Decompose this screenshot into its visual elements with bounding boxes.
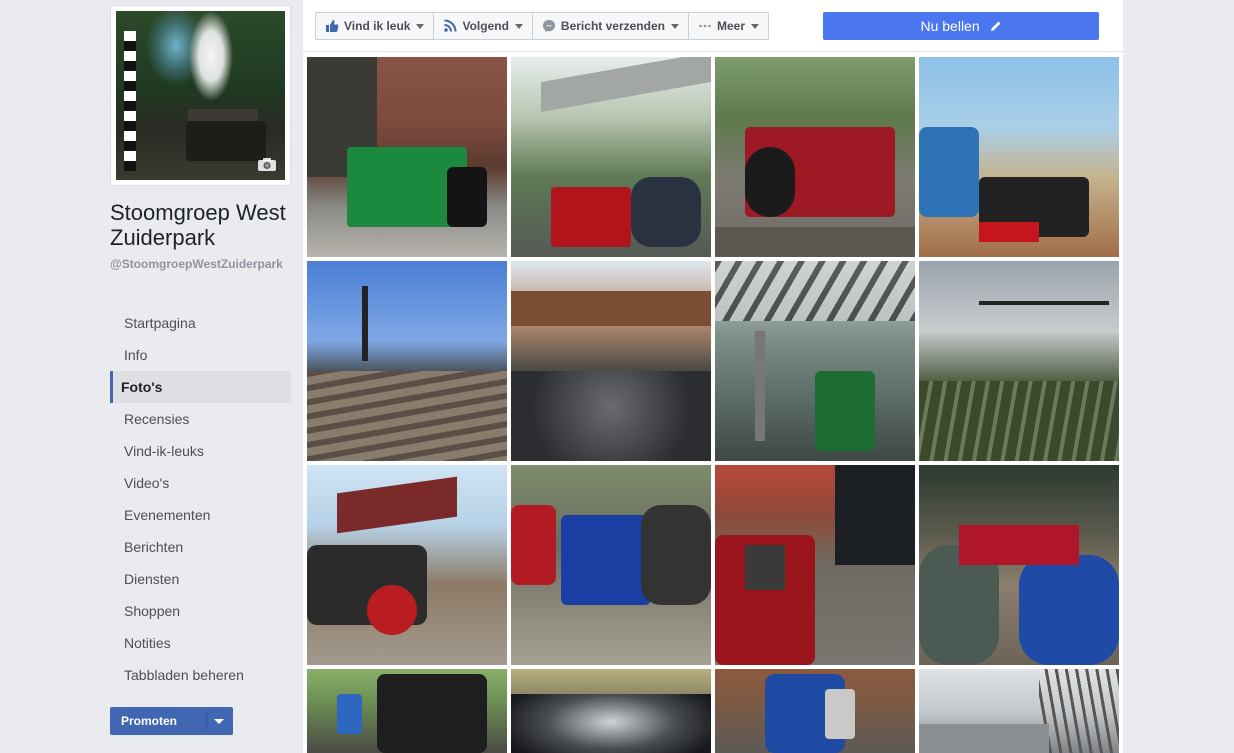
photo-thumbnail[interactable] xyxy=(307,261,507,461)
nav-item-evenementen[interactable]: Evenementen xyxy=(110,499,291,531)
camera-icon[interactable] xyxy=(257,157,277,172)
nav-item-shoppen[interactable]: Shoppen xyxy=(110,595,291,627)
send-message-button[interactable]: Bericht verzenden xyxy=(533,13,689,39)
nav-item-notities[interactable]: Notities xyxy=(110,627,291,659)
follow-button[interactable]: Volgend xyxy=(434,13,533,39)
action-button-group: Vind ik leuk Volgend Bericht verzenden M… xyxy=(315,12,769,40)
promote-button[interactable]: Promoten xyxy=(110,707,233,735)
photo-thumbnail[interactable] xyxy=(307,669,507,753)
send-message-label: Bericht verzenden xyxy=(560,19,665,33)
more-dots-icon xyxy=(699,24,711,28)
promote-label: Promoten xyxy=(121,714,178,728)
photo-thumbnail[interactable] xyxy=(307,57,507,257)
nav-item-diensten[interactable]: Diensten xyxy=(110,563,291,595)
nav-item-startpagina[interactable]: Startpagina xyxy=(110,307,291,339)
photo-thumbnail[interactable] xyxy=(511,57,711,257)
thumbs-up-icon xyxy=(326,20,339,32)
photo-thumbnail[interactable] xyxy=(511,465,711,665)
more-label: Meer xyxy=(716,19,745,33)
photo-thumbnail[interactable] xyxy=(307,465,507,665)
follow-label: Volgend xyxy=(462,19,509,33)
page-handle[interactable]: @StoomgroepWestZuiderpark xyxy=(110,256,291,272)
profile-photo-steam-locomotive xyxy=(116,11,285,180)
nav-item-tabbladen-beheren[interactable]: Tabbladen beheren xyxy=(110,659,291,691)
messenger-icon xyxy=(542,20,555,32)
photo-thumbnail[interactable] xyxy=(715,465,915,665)
page-title[interactable]: Stoomgroep West Zuiderpark xyxy=(110,200,291,250)
photo-thumbnail[interactable] xyxy=(919,57,1119,257)
photo-thumbnail[interactable] xyxy=(919,261,1119,461)
chevron-down-icon xyxy=(670,23,679,29)
photo-thumbnail[interactable] xyxy=(919,669,1119,753)
nav-item-vind-ik-leuks[interactable]: Vind-ik-leuks xyxy=(110,435,291,467)
call-now-label: Nu bellen xyxy=(920,18,980,34)
photo-thumbnail[interactable] xyxy=(919,465,1119,665)
photo-thumbnail[interactable] xyxy=(511,261,711,461)
left-sidebar: Stoomgroep West Zuiderpark @StoomgroepWe… xyxy=(110,0,291,753)
page-nav: Startpagina Info Foto's Recensies Vind-i… xyxy=(110,307,291,691)
photo-thumbnail[interactable] xyxy=(715,261,915,461)
page-action-bar: Vind ik leuk Volgend Bericht verzenden M… xyxy=(303,0,1123,52)
chevron-down-icon[interactable] xyxy=(214,719,224,724)
call-now-button[interactable]: Nu bellen xyxy=(823,12,1099,40)
nav-item-berichten[interactable]: Berichten xyxy=(110,531,291,563)
nav-item-info[interactable]: Info xyxy=(110,339,291,371)
chevron-down-icon xyxy=(514,23,523,29)
photo-thumbnail[interactable] xyxy=(511,669,711,753)
photo-thumbnail[interactable] xyxy=(715,57,915,257)
nav-item-fotos[interactable]: Foto's xyxy=(110,371,291,403)
like-button[interactable]: Vind ik leuk xyxy=(316,13,435,39)
nav-item-recensies[interactable]: Recensies xyxy=(110,403,291,435)
chevron-down-icon xyxy=(750,23,759,29)
nav-item-videos[interactable]: Video's xyxy=(110,467,291,499)
chevron-down-icon xyxy=(416,23,425,29)
rss-icon xyxy=(444,19,457,32)
photo-thumbnail[interactable] xyxy=(715,669,915,753)
right-gutter xyxy=(1123,0,1234,753)
like-label: Vind ik leuk xyxy=(344,19,411,33)
profile-picture[interactable] xyxy=(110,5,291,186)
main-content: Vind ik leuk Volgend Bericht verzenden M… xyxy=(303,0,1123,753)
more-button[interactable]: Meer xyxy=(689,13,768,39)
pencil-icon[interactable] xyxy=(990,20,1002,32)
